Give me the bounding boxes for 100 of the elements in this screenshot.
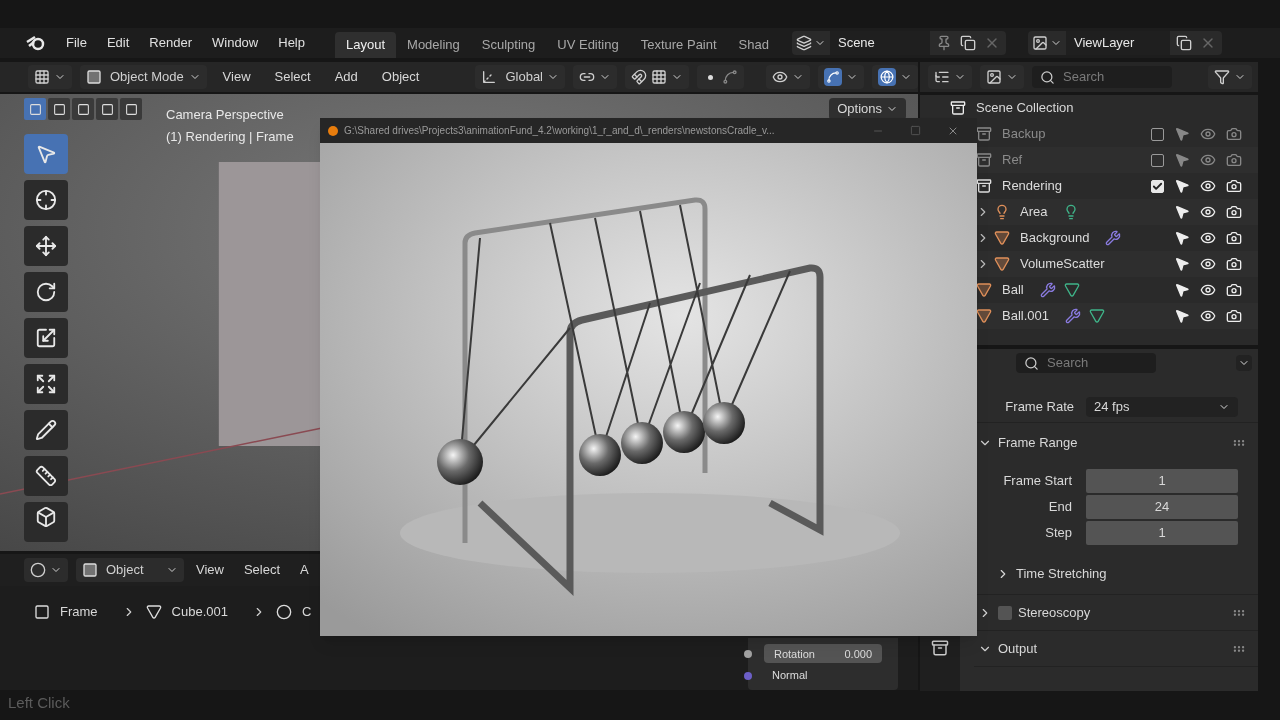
tool-button[interactable] — [24, 318, 68, 358]
editor-type-button[interactable] — [28, 65, 72, 89]
view-name: Camera Perspective — [166, 106, 285, 124]
camera-icon — [1226, 152, 1242, 168]
shader-type-button[interactable] — [24, 558, 68, 582]
pivot-button[interactable] — [573, 65, 617, 89]
menu-item[interactable]: Select — [239, 560, 285, 580]
checkbox[interactable] — [1151, 153, 1164, 167]
pointer-icon — [1174, 178, 1190, 194]
frame-rate-dropdown[interactable]: 24 fps — [1086, 396, 1238, 417]
eye-icon — [1200, 308, 1216, 324]
workspace-tab[interactable]: UV Editing — [546, 32, 630, 58]
scene-field[interactable]: Scene — [829, 31, 930, 55]
display-mode-button[interactable] — [928, 65, 972, 89]
breadcrumb-item[interactable]: C — [301, 602, 312, 622]
tool-button[interactable] — [24, 226, 68, 266]
search-icon — [1040, 69, 1055, 85]
tool-button[interactable] — [24, 502, 68, 542]
menu-item[interactable]: Add — [326, 67, 366, 87]
scene-icon — [795, 35, 812, 51]
menu-item[interactable]: Object — [373, 67, 428, 87]
select-mode-button[interactable] — [48, 98, 70, 120]
menu-item[interactable]: View — [214, 67, 259, 87]
menu-item[interactable]: Edit — [96, 33, 140, 53]
pointer-icon — [1174, 256, 1190, 272]
proportional-button[interactable] — [697, 65, 744, 89]
value-field[interactable]: Rotation 0.000 — [764, 644, 882, 664]
box-icon — [931, 639, 949, 657]
breadcrumb-item[interactable]: Cube.001 — [171, 602, 228, 622]
tool-button[interactable] — [24, 272, 68, 312]
filter-mode-button[interactable] — [980, 65, 1024, 89]
menu-item[interactable]: Window — [202, 33, 269, 53]
snap-button[interactable] — [625, 65, 689, 89]
menu-item[interactable]: Select — [266, 67, 319, 87]
tool-button[interactable] — [24, 410, 68, 450]
panel-header[interactable]: Output — [974, 631, 1258, 666]
menu-item[interactable]: File — [56, 33, 97, 53]
camera-icon — [1226, 256, 1242, 272]
pointer-icon — [35, 143, 57, 165]
axes-icon — [481, 69, 498, 85]
camera-icon — [1226, 178, 1242, 194]
funnel-icon — [1214, 69, 1230, 85]
panel-header[interactable]: Frame Range — [974, 423, 1258, 463]
breadcrumb-item[interactable]: Frame — [60, 602, 98, 622]
collection-title: Scene Collection — [976, 99, 1074, 118]
item-name: Ball.001 — [1002, 307, 1049, 326]
gizmo-icon — [824, 68, 842, 86]
search-field[interactable]: Search — [1016, 353, 1156, 373]
panel-header[interactable]: Stereoscopy — [974, 595, 1258, 630]
tool-button[interactable] — [24, 456, 68, 496]
select-mode-button[interactable] — [96, 98, 118, 120]
overlay-button[interactable] — [872, 65, 918, 89]
options-dropdown[interactable]: Options — [829, 98, 906, 120]
status-text: Left Click — [8, 692, 70, 713]
workspace-tab[interactable]: Layout — [335, 32, 397, 58]
subpanel-header[interactable]: Time Stretching — [992, 554, 1258, 594]
select-mode-button[interactable] — [72, 98, 94, 120]
number-field[interactable]: 1 — [1086, 521, 1238, 545]
eye-icon — [1200, 126, 1216, 142]
square-icon — [76, 102, 90, 116]
move-arrows-icon — [35, 235, 57, 257]
logo-icon[interactable] — [26, 34, 46, 52]
checkbox[interactable] — [998, 605, 1012, 620]
box-icon — [950, 100, 966, 116]
pointer-icon — [1174, 152, 1190, 168]
eye-icon — [1200, 178, 1216, 194]
number-field[interactable]: 1 — [1086, 469, 1238, 493]
overlay-icon — [878, 68, 896, 86]
item-name: Ball — [1002, 281, 1024, 300]
item-name: Background — [1020, 229, 1090, 248]
number-field[interactable]: 24 — [1086, 495, 1238, 519]
scale-icon — [35, 327, 57, 349]
square-icon — [100, 102, 114, 116]
eye-icon — [1200, 282, 1216, 298]
workspace-tab[interactable]: Sculpting — [470, 32, 547, 58]
dropdown-button[interactable] — [1236, 355, 1252, 371]
tool-button[interactable] — [24, 364, 68, 404]
orientation-dropdown[interactable]: Global — [475, 65, 565, 89]
eye-icon — [1200, 230, 1216, 246]
tool-button[interactable] — [24, 180, 68, 220]
menu-item[interactable]: A — [296, 560, 313, 580]
rotate-icon — [35, 281, 57, 303]
square-icon — [52, 102, 66, 116]
gizmo-button[interactable] — [818, 65, 864, 89]
object-dropdown[interactable]: Object — [76, 558, 184, 582]
search-field[interactable]: Search — [1032, 66, 1172, 88]
menu-item[interactable]: View — [192, 560, 228, 580]
select-mode-button[interactable] — [24, 98, 46, 120]
checkbox[interactable] — [1151, 127, 1164, 141]
workspace-tab[interactable]: Shad — [727, 32, 780, 58]
visibility-button[interactable] — [766, 65, 810, 89]
panel-title: Frame Range — [998, 434, 1078, 453]
mode-dropdown[interactable]: Object Mode — [80, 65, 207, 89]
filter-button[interactable] — [1208, 65, 1252, 89]
select-mode-button[interactable] — [120, 98, 142, 120]
menu-item[interactable]: Render — [139, 33, 202, 53]
workspace-tab[interactable]: Texture Paint — [629, 32, 728, 58]
workspace-tab[interactable]: Modeling — [396, 32, 471, 58]
view-layer-field[interactable]: ViewLayer — [1065, 31, 1170, 55]
menu-item[interactable]: Help — [268, 33, 315, 53]
